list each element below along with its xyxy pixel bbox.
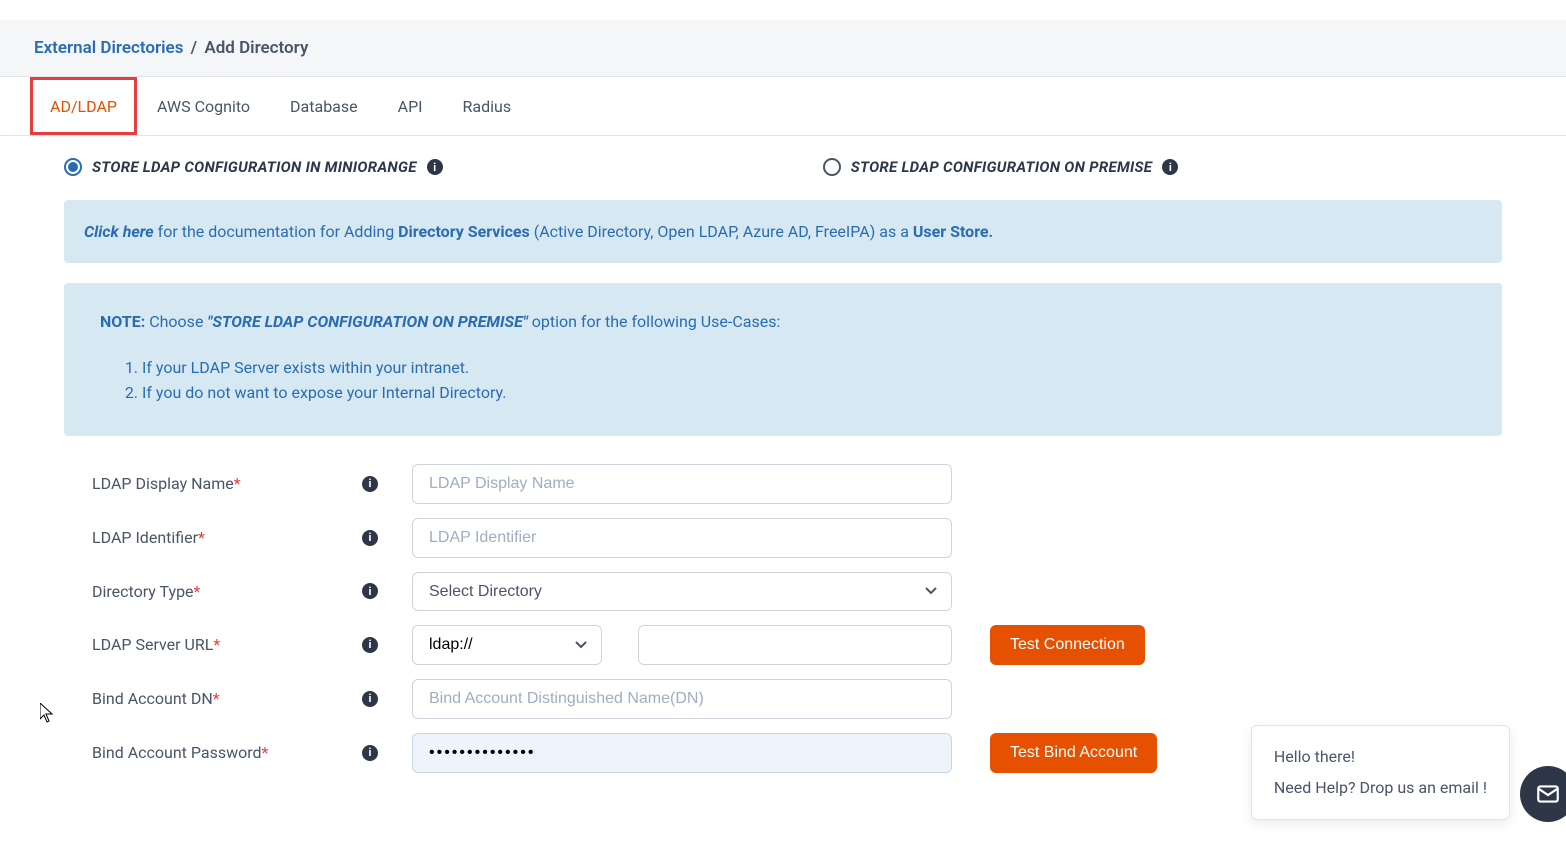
page-header: External Directories / Add Directory <box>0 20 1566 77</box>
info-icon[interactable]: i <box>1162 159 1178 175</box>
radio-miniorange[interactable]: STORE LDAP CONFIGURATION IN MINIORANGE i <box>64 158 443 176</box>
input-bind-dn[interactable] <box>412 679 952 719</box>
alert-bold: Directory Services <box>398 222 530 241</box>
label-server-url: LDAP Server URL* <box>92 635 362 654</box>
breadcrumb-link[interactable]: External Directories <box>34 38 183 58</box>
tabs: AD/LDAP AWS Cognito Database API Radius <box>0 77 1566 136</box>
breadcrumb-sep: / <box>191 38 197 58</box>
label-bind-dn: Bind Account DN* <box>92 689 362 708</box>
mail-icon <box>1535 781 1561 807</box>
note-item: If your LDAP Server exists within your i… <box>142 355 1466 381</box>
chat-line1: Hello there! <box>1274 742 1487 772</box>
breadcrumb: External Directories / Add Directory <box>34 38 1532 58</box>
info-icon[interactable]: i <box>362 530 378 546</box>
tab-adldap[interactable]: AD/LDAP <box>30 77 137 135</box>
info-icon[interactable]: i <box>362 583 378 599</box>
tab-radius[interactable]: Radius <box>443 77 532 135</box>
radio-miniorange-label: STORE LDAP CONFIGURATION IN MINIORANGE <box>92 158 417 176</box>
row-dir-type: Directory Type* i Select Directory <box>64 572 1502 611</box>
note-box: NOTE: Choose "STORE LDAP CONFIGURATION O… <box>64 283 1502 436</box>
info-icon[interactable]: i <box>362 637 378 653</box>
tab-aws-cognito[interactable]: AWS Cognito <box>137 77 270 135</box>
row-bind-dn: Bind Account DN* i <box>64 679 1502 719</box>
label-identifier: LDAP Identifier* <box>92 528 362 547</box>
note-list: If your LDAP Server exists within your i… <box>142 355 1466 406</box>
note-item: If you do not want to expose your Intern… <box>142 380 1466 406</box>
note-text: option for the following Use-Cases: <box>528 312 781 331</box>
info-icon[interactable]: i <box>362 476 378 492</box>
info-icon[interactable]: i <box>362 745 378 761</box>
radio-unselected-icon <box>823 158 841 176</box>
test-bind-button[interactable]: Test Bind Account <box>990 733 1157 773</box>
info-icon[interactable]: i <box>362 691 378 707</box>
row-display-name: LDAP Display Name* i <box>64 464 1502 504</box>
doc-alert: Click here for the documentation for Add… <box>64 200 1502 263</box>
note-text: Choose <box>145 312 207 331</box>
radio-onpremise[interactable]: STORE LDAP CONFIGURATION ON PREMISE i <box>823 158 1179 176</box>
input-identifier[interactable] <box>412 518 952 558</box>
select-protocol[interactable]: ldap:// <box>412 625 602 665</box>
info-icon[interactable]: i <box>427 159 443 175</box>
chat-popup[interactable]: Hello there! Need Help? Drop us an email… <box>1251 725 1510 820</box>
radio-onpremise-label: STORE LDAP CONFIGURATION ON PREMISE <box>851 158 1153 176</box>
radio-selected-icon <box>64 158 82 176</box>
input-server-url[interactable] <box>638 625 952 665</box>
label-dir-type: Directory Type* <box>92 582 362 601</box>
label-bind-pwd: Bind Account Password* <box>92 743 362 762</box>
chat-line2: Need Help? Drop us an email ! <box>1274 773 1487 803</box>
radio-row: STORE LDAP CONFIGURATION IN MINIORANGE i… <box>64 158 1502 176</box>
tab-database[interactable]: Database <box>270 77 378 135</box>
alert-bold: User Store. <box>913 222 993 241</box>
input-display-name[interactable] <box>412 464 952 504</box>
note-label: NOTE: <box>100 312 145 331</box>
content: STORE LDAP CONFIGURATION IN MINIORANGE i… <box>0 136 1566 827</box>
input-bind-pwd[interactable] <box>412 733 952 773</box>
cursor-icon <box>40 703 56 728</box>
row-server-url: LDAP Server URL* i ldap:// Test Connecti… <box>64 625 1502 665</box>
click-here-link[interactable]: Click here <box>84 222 154 241</box>
alert-text: for the documentation for Adding <box>154 222 398 241</box>
note-quoted: "STORE LDAP CONFIGURATION ON PREMISE" <box>207 312 527 331</box>
row-identifier: LDAP Identifier* i <box>64 518 1502 558</box>
label-display-name: LDAP Display Name* <box>92 474 362 493</box>
tab-api[interactable]: API <box>378 77 443 135</box>
select-dir-type[interactable]: Select Directory <box>412 572 952 611</box>
alert-text: (Active Directory, Open LDAP, Azure AD, … <box>530 222 913 241</box>
breadcrumb-current: Add Directory <box>204 38 308 58</box>
test-connection-button[interactable]: Test Connection <box>990 625 1145 665</box>
